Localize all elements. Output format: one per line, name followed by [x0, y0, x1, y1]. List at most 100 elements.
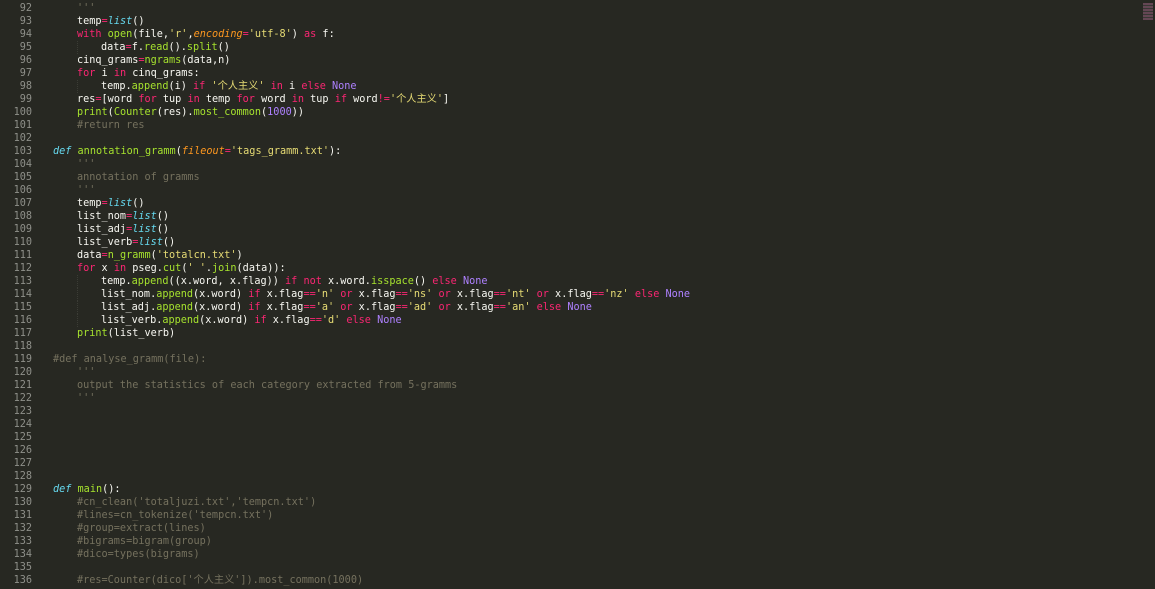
code-token: append — [156, 302, 194, 313]
code-line[interactable]: list_adj=list() — [77, 223, 169, 236]
line-number: 105 — [13, 172, 32, 183]
code-token: == — [591, 289, 605, 300]
code-token: for — [77, 68, 96, 79]
code-token: if — [248, 302, 261, 313]
code-line[interactable]: ''' — [77, 158, 95, 171]
code-line[interactable]: list_verb.append(x.word) if x.flag=='d' … — [101, 314, 402, 327]
line-number: 136 — [13, 575, 32, 586]
code-line[interactable]: def main(): — [53, 483, 121, 496]
line-number: 112 — [13, 263, 32, 274]
code-line[interactable]: #def analyse_gramm(file): — [53, 353, 206, 366]
code-token: x.flag — [548, 289, 592, 300]
code-line[interactable]: temp.append((x.word, x.flag)) if not x.w… — [101, 275, 488, 288]
code-line[interactable]: ''' — [77, 2, 95, 15]
code-line[interactable]: temp.append(i) if '个人主义' in i else None — [101, 80, 357, 93]
code-token: 'utf-8' — [248, 29, 292, 40]
code-token: () — [132, 16, 145, 27]
code-line[interactable]: #return res — [77, 119, 144, 132]
code-line[interactable]: #res=Counter(dico['个人主义']).most_common(1… — [77, 574, 363, 587]
code-line[interactable]: cinq_grams=ngrams(data,n) — [77, 54, 230, 67]
line-number: 103 — [13, 146, 32, 157]
minimap[interactable] — [1141, 0, 1155, 589]
line-number: 95 — [19, 42, 32, 53]
code-line[interactable]: #group=extract(lines) — [77, 522, 206, 535]
code-line[interactable]: ''' — [77, 392, 95, 405]
line-number: 92 — [19, 3, 32, 14]
code-token: list_nom. — [101, 289, 157, 300]
code-line[interactable]: def annotation_gramm(fileout='tags_gramm… — [53, 145, 341, 158]
line-number: 119 — [13, 354, 32, 365]
code-token: in — [270, 81, 283, 92]
code-token: if — [254, 315, 267, 326]
code-line[interactable]: ''' — [77, 184, 95, 197]
code-token: append — [131, 276, 169, 287]
code-token: else — [432, 276, 457, 287]
code-line[interactable]: #lines=cn_tokenize('tempcn.txt') — [77, 509, 273, 522]
code-line[interactable]: for i in cinq_grams: — [77, 67, 200, 80]
code-line[interactable]: list_nom.append(x.word) if x.flag=='n' o… — [101, 288, 690, 301]
code-line[interactable]: res=[word for tup in temp for word in tu… — [77, 93, 449, 106]
code-token: (data)): — [236, 263, 286, 274]
indent-guide — [77, 288, 79, 301]
code-token: #bigrams=bigram(group) — [77, 536, 212, 547]
code-line[interactable]: #bigrams=bigram(group) — [77, 535, 212, 548]
line-number: 125 — [13, 432, 32, 443]
line-number: 97 — [19, 68, 32, 79]
code-token: for — [77, 263, 96, 274]
code-line[interactable]: #dico=types(bigrams) — [77, 548, 200, 561]
code-area[interactable]: ''' temp=list() with open(file,'r',encodin… — [53, 0, 1141, 589]
code-token: if — [248, 289, 261, 300]
code-token: #def analyse_gramm(file): — [53, 354, 207, 365]
code-line[interactable]: for x in pseg.cut(' '.join(data)): — [77, 262, 286, 275]
code-token: output the statistics of each category e… — [77, 380, 458, 391]
code-token: def — [53, 146, 72, 157]
line-number: 129 — [13, 484, 32, 495]
line-number: 117 — [13, 328, 32, 339]
code-token: list_nom — [77, 211, 127, 222]
code-token: temp. — [101, 81, 132, 92]
code-line[interactable]: temp=list() — [77, 197, 145, 210]
code-line[interactable]: data=f.read().split() — [101, 41, 230, 54]
code-line[interactable]: print(Counter(res).most_common(1000)) — [77, 106, 304, 119]
minimap-viewport[interactable] — [1143, 3, 1153, 20]
line-number: 104 — [13, 159, 32, 170]
code-line[interactable]: #cn_clean('totaljuzi.txt','tempcn.txt') — [77, 496, 316, 509]
code-line[interactable]: output the statistics of each category e… — [77, 379, 457, 392]
code-token: temp — [77, 198, 102, 209]
code-line[interactable]: ''' — [77, 366, 95, 379]
code-token: res — [77, 94, 96, 105]
code-token: else — [634, 289, 660, 300]
code-token: annotation of gramms — [77, 172, 200, 183]
code-token: data — [101, 42, 126, 53]
code-line[interactable]: data=n_gramm('totalcn.txt') — [77, 249, 243, 262]
code-token: x.flag — [260, 302, 304, 313]
code-token: 'ad' — [407, 302, 433, 313]
code-line[interactable]: list_nom=list() — [77, 210, 169, 223]
code-token: temp — [199, 94, 237, 105]
code-token: ((x.word, x.flag)) — [168, 276, 286, 287]
code-line[interactable]: temp=list() — [77, 15, 145, 28]
line-number: 123 — [13, 406, 32, 417]
code-token: 'n' — [315, 289, 335, 300]
code-token: with — [77, 29, 108, 40]
code-token: f. — [131, 42, 144, 53]
code-line[interactable]: with open(file,'r',encoding='utf-8') as … — [77, 28, 335, 41]
code-token: tup — [304, 94, 335, 105]
code-token: n_gramm — [107, 250, 151, 261]
code-token: list — [132, 224, 157, 235]
code-token: ngrams — [144, 55, 182, 66]
code-token: list_adj — [77, 224, 127, 235]
code-token: )) — [291, 107, 304, 118]
code-line[interactable]: print(list_verb) — [77, 327, 175, 340]
code-token: temp. — [101, 276, 132, 287]
code-token: main — [77, 484, 103, 495]
code-line[interactable]: list_adj.append(x.word) if x.flag=='a' o… — [101, 301, 592, 314]
code-token: read — [143, 42, 169, 53]
code-token: 'ns' — [407, 289, 433, 300]
code-token: 'totalcn.txt' — [156, 250, 237, 261]
code-token: () — [162, 237, 176, 248]
code-editor[interactable]: 92 93 94 95 96 97 98 99 100 101 102 103 104 105 106 107… — [0, 0, 1155, 589]
code-line[interactable]: annotation of gramms — [77, 171, 200, 184]
code-token: print — [77, 107, 108, 118]
code-line[interactable]: list_verb=list() — [77, 236, 175, 249]
